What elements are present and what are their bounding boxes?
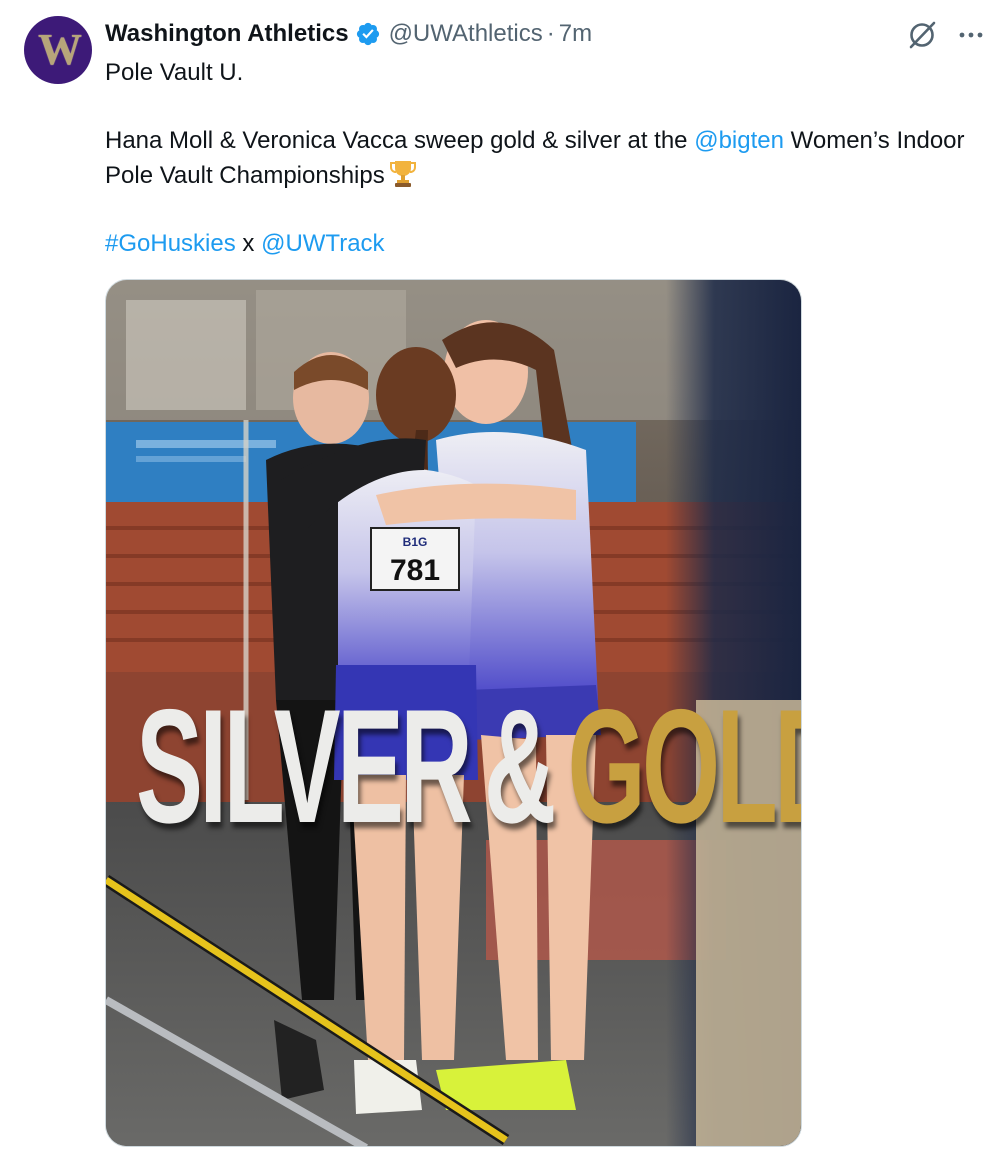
separator-dot: · bbox=[546, 20, 555, 47]
headline-gold: GOLD. bbox=[567, 676, 801, 857]
tweet[interactable]: W Washington Athletics @UWAthletics · 7m… bbox=[0, 0, 1004, 1160]
tweet-line-1: Pole Vault U. bbox=[105, 59, 244, 86]
mention-uwtrack-link[interactable]: @UWTrack bbox=[261, 230, 384, 257]
tweet-header: Washington Athletics @UWAthletics · 7m bbox=[105, 16, 592, 52]
hashtag-gohuskies-link[interactable]: #GoHuskies bbox=[105, 230, 236, 257]
avatar[interactable]: W bbox=[24, 16, 92, 84]
grok-icon[interactable] bbox=[905, 18, 939, 52]
avatar-logo: W bbox=[38, 25, 82, 74]
tweet-text-part: Hana Moll & Veronica Vacca sweep gold & … bbox=[105, 127, 695, 154]
silver-and-gold-headline: SILVER & GOLD. bbox=[136, 676, 801, 857]
headline-ampersand: & bbox=[483, 676, 557, 857]
timestamp[interactable]: 7m bbox=[559, 20, 592, 48]
verified-badge-icon bbox=[355, 21, 381, 47]
display-name[interactable]: Washington Athletics bbox=[105, 20, 349, 48]
bib-number: 781 bbox=[390, 554, 440, 587]
bib-logo: B1G bbox=[403, 535, 428, 549]
author-handle[interactable]: @UWAthletics bbox=[389, 20, 543, 48]
trophy-icon bbox=[389, 158, 417, 188]
tweet-joiner: x bbox=[235, 230, 262, 257]
tweet-line-2: Hana Moll & Veronica Vacca sweep gold & … bbox=[105, 124, 965, 193]
headline-silver: SILVER bbox=[136, 676, 473, 857]
more-icon[interactable] bbox=[956, 20, 986, 50]
mention-bigten-link[interactable]: @bigten bbox=[694, 127, 784, 154]
tweet-media-image[interactable]: B1G 781 SILVER & GOLD. bbox=[105, 279, 802, 1147]
tweet-text: Pole Vault U. Hana Moll & Veronica Vacca… bbox=[105, 56, 965, 261]
tweet-line-3: #GoHuskies x @UWTrack bbox=[105, 227, 965, 261]
